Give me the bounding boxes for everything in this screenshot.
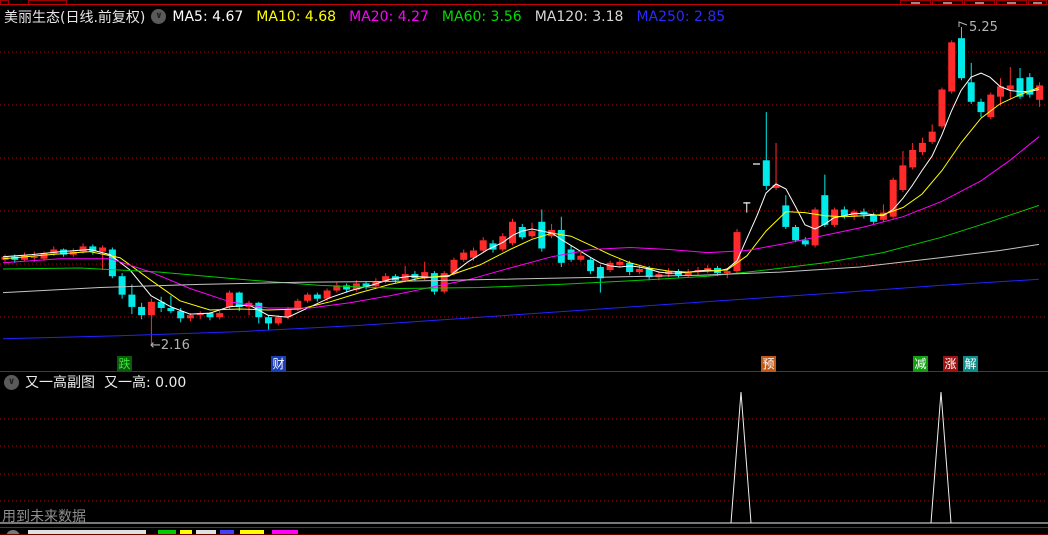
event-marker-财[interactable]: 财 [271,356,286,372]
chevron-down-icon[interactable]: ∨ [4,374,19,390]
ma-label-0: MA5: 4.67 [172,8,244,25]
stock-title: 美丽生态(日线.前复权) [4,9,146,26]
toolbar-button-stub-3[interactable] [932,0,963,4]
ma-label-2: MA20: 4.27 [349,8,429,25]
toolbar-button-stub-4[interactable] [964,0,995,4]
chevron-down-icon[interactable]: ∨ [151,9,167,24]
sub-indicator-header: ∨ 又一高副图 又一高: 0.00 [0,373,186,391]
candlestick-chart-canvas[interactable] [0,0,1048,535]
toolbar-button-stub-1[interactable] [28,0,67,4]
toolbar-button-stub-5[interactable] [996,0,1027,4]
toolbar-button-stub-2[interactable] [900,0,931,4]
stock-chart-window: 美丽生态(日线.前复权) ∨ MA5: 4.67 MA10: 4.68 MA20: … [0,0,1048,535]
sub-indicator-value: 又一高: 0.00 [104,375,187,391]
event-marker-预[interactable]: 预 [761,356,776,372]
future-data-warning: 用到未来数据 [2,509,86,525]
clipped-top-toolbar [0,0,1048,5]
chart-title-bar: 美丽生态(日线.前复权) ∨ MA5: 4.67 MA10: 4.68 MA20: … [0,5,1048,28]
event-marker-涨[interactable]: 涨 [943,356,958,372]
event-marker-减[interactable]: 减 [913,356,928,372]
ma-label-3: MA60: 3.56 [441,8,522,25]
sub-indicator-name[interactable]: 又一高副图 [25,372,95,392]
ma-label-1: MA10: 4.68 [256,8,337,25]
low-price-label: ←2.16 [150,338,190,353]
event-marker-解[interactable]: 解 [963,356,978,372]
toolbar-button-stub-0[interactable] [0,0,9,4]
event-marker-跌[interactable]: 跌 [117,356,132,372]
ma-label-4: MA120: 3.18 [534,8,624,25]
toolbar-button-stub-6[interactable] [1028,0,1047,4]
ma-legend: MA5: 4.67 MA10: 4.68 MA20: 4.27 MA60: 3.56 M… [172,9,738,25]
ma-label-5: MA250: 2.85 [636,8,726,25]
